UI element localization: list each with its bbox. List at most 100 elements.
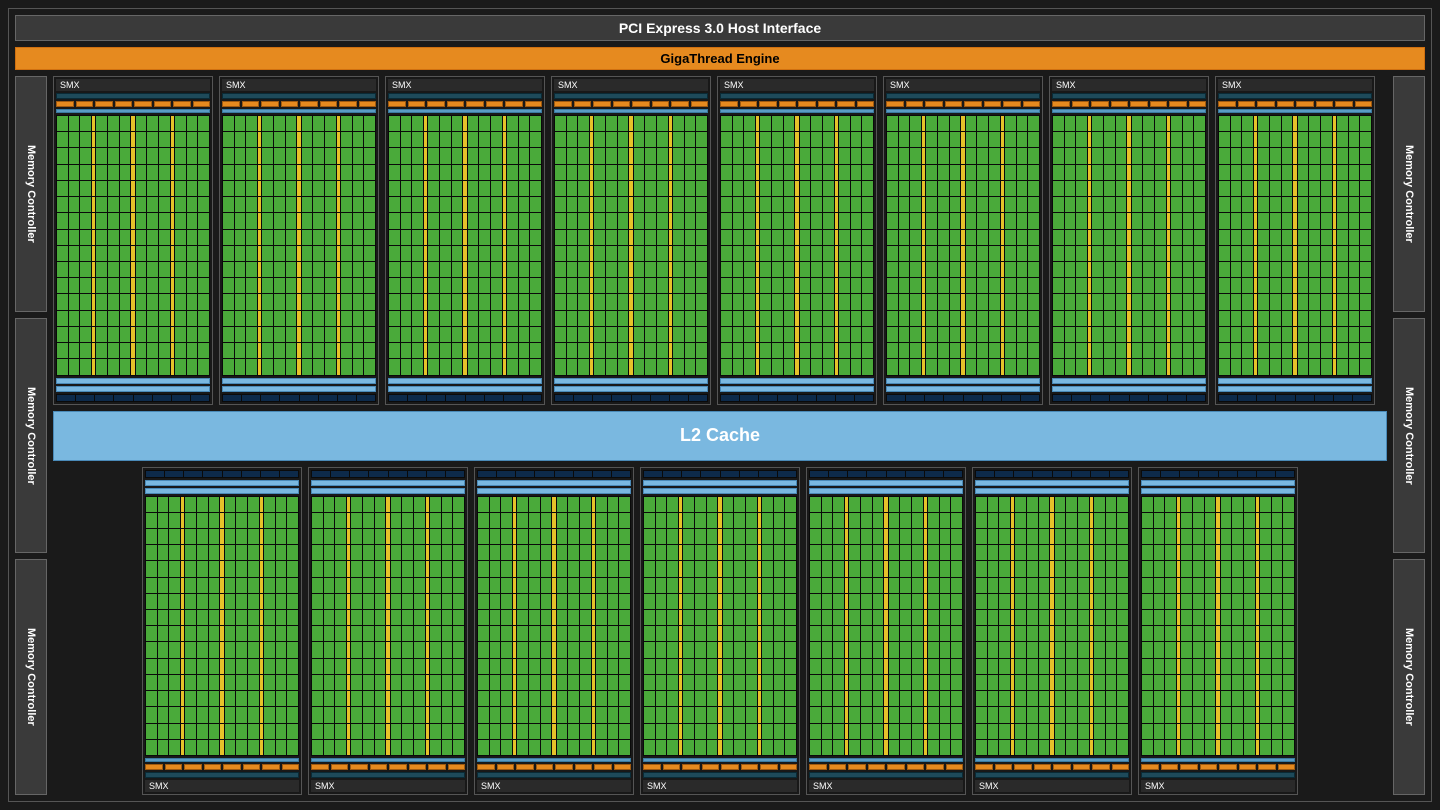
dispatch-unit <box>995 764 1013 770</box>
cuda-core <box>198 359 209 374</box>
cuda-core <box>375 561 386 576</box>
cuda-core <box>1165 626 1176 641</box>
cuda-core <box>1132 230 1143 245</box>
dispatch-unit <box>154 101 172 107</box>
sfu-unit <box>386 529 390 544</box>
sfu-unit <box>92 262 96 277</box>
cuda-core <box>656 497 667 512</box>
cuda-core <box>312 691 323 706</box>
cuda-core <box>912 740 923 755</box>
cuda-core <box>1337 278 1348 293</box>
cuda-core <box>187 311 198 326</box>
cuda-core <box>185 740 196 755</box>
sfu-unit <box>845 513 849 528</box>
sfu-unit <box>756 311 760 326</box>
sfu-unit <box>426 513 430 528</box>
memory-controller: Memory Controller <box>1393 318 1425 554</box>
cuda-core <box>606 294 617 309</box>
sfu-unit <box>1001 246 1005 261</box>
cuda-core <box>80 262 91 277</box>
cuda-core <box>335 659 346 674</box>
cuda-core <box>440 132 451 147</box>
cuda-core <box>822 594 833 609</box>
sfu-unit <box>884 578 888 593</box>
warp-scheduler <box>145 772 299 778</box>
sfu-unit <box>629 343 633 358</box>
cuda-core <box>479 311 490 326</box>
cache-bar <box>145 480 299 486</box>
cuda-core <box>912 659 923 674</box>
cuda-core <box>286 262 297 277</box>
cuda-core <box>951 675 962 690</box>
cuda-core <box>1232 561 1243 576</box>
cuda-core <box>912 707 923 722</box>
cuda-core <box>341 148 352 163</box>
cuda-core <box>784 262 795 277</box>
cuda-core <box>479 116 490 131</box>
cuda-core <box>96 116 107 131</box>
cuda-core <box>695 691 706 706</box>
sfu-unit <box>1011 724 1015 739</box>
register-file <box>554 109 708 113</box>
cuda-core <box>800 327 811 342</box>
cuda-core <box>1078 529 1089 544</box>
warp-scheduler <box>388 93 542 99</box>
cuda-core <box>887 246 898 261</box>
cuda-core <box>1205 545 1216 560</box>
sfu-unit <box>590 148 594 163</box>
cuda-core <box>69 278 80 293</box>
sfu-unit <box>386 513 390 528</box>
cuda-core <box>223 343 234 358</box>
cuda-core <box>1066 707 1077 722</box>
sfu-unit <box>1333 262 1337 277</box>
cuda-core <box>889 659 900 674</box>
texture-unit <box>574 395 592 401</box>
cuda-core <box>926 311 937 326</box>
cuda-core <box>1132 294 1143 309</box>
cuda-core <box>912 545 923 560</box>
sfu-unit <box>924 691 928 706</box>
sfu-unit <box>1167 148 1171 163</box>
cache-bar <box>643 480 797 486</box>
cuda-core <box>833 642 844 657</box>
dispatch-unit <box>331 764 349 770</box>
cache-bar <box>886 386 1040 392</box>
sfu-unit <box>669 165 673 180</box>
cuda-core <box>225 659 236 674</box>
sfu-unit <box>922 262 926 277</box>
sfu-unit <box>629 165 633 180</box>
cuda-core <box>889 561 900 576</box>
cuda-core <box>822 691 833 706</box>
cuda-core <box>644 529 655 544</box>
cuda-core <box>1349 132 1360 147</box>
memory-controller-label: Memory Controller <box>25 628 37 726</box>
sfu-unit <box>552 529 556 544</box>
cuda-core <box>1078 497 1089 512</box>
cuda-core <box>402 594 413 609</box>
dispatch-unit <box>1130 101 1148 107</box>
cuda-core <box>910 262 921 277</box>
cuda-core <box>976 545 987 560</box>
cuda-core <box>96 343 107 358</box>
cuda-core <box>774 740 785 755</box>
sfu-unit <box>884 659 888 674</box>
cuda-core <box>1055 740 1066 755</box>
cuda-core <box>430 545 441 560</box>
cuda-core <box>1219 132 1230 147</box>
cuda-core <box>746 610 757 625</box>
cuda-core <box>833 675 844 690</box>
cuda-core <box>478 691 489 706</box>
cuda-core <box>695 497 706 512</box>
sfu-unit <box>1177 724 1181 739</box>
cuda-core <box>580 691 591 706</box>
sfu-unit <box>845 707 849 722</box>
cuda-core <box>430 675 441 690</box>
texture-unit <box>223 471 241 477</box>
sfu-unit <box>1090 545 1094 560</box>
sfu-unit <box>1256 513 1260 528</box>
cuda-core <box>1231 148 1242 163</box>
texture-unit <box>995 471 1013 477</box>
sfu-unit <box>1127 197 1131 212</box>
cuda-core <box>707 513 718 528</box>
dispatch-unit <box>388 101 406 107</box>
